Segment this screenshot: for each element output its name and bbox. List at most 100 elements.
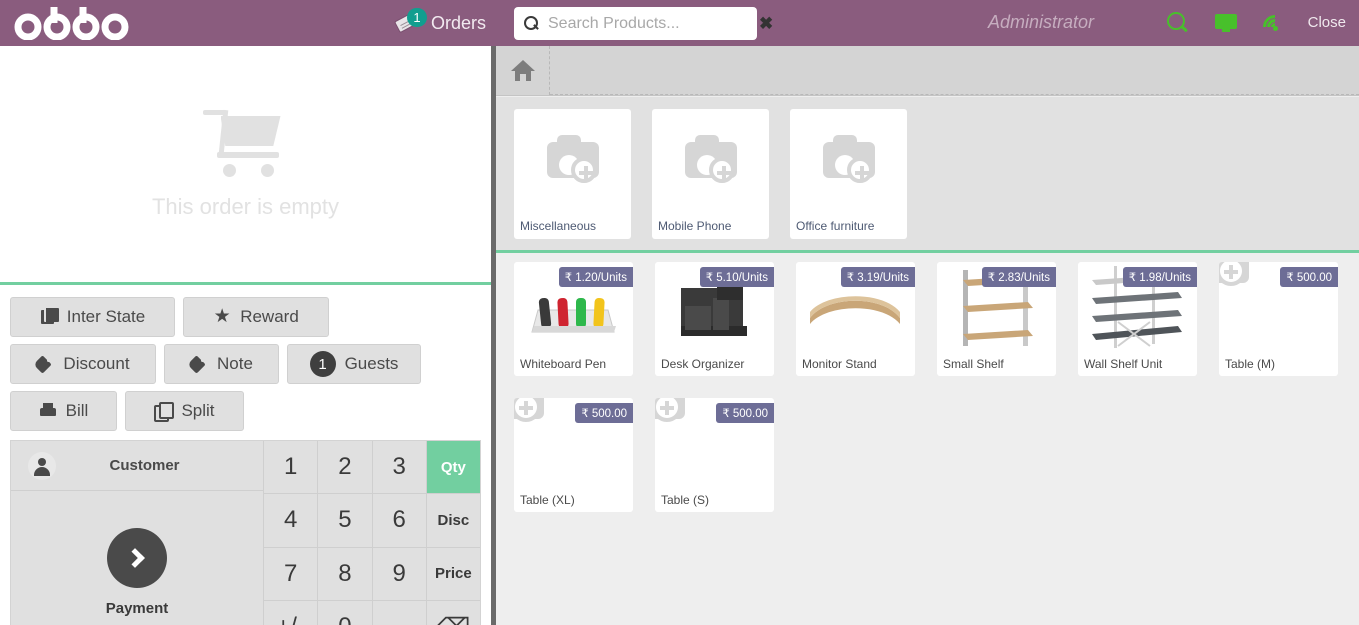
product-price-badge: ₹ 1.20/Units xyxy=(559,267,633,287)
numpad-key-disc[interactable]: Disc xyxy=(426,494,480,547)
numpad-key-9[interactable]: 9 xyxy=(372,548,426,601)
empty-order-text: This order is empty xyxy=(152,194,339,220)
numpad-key-3[interactable]: 3 xyxy=(372,441,426,494)
discount-button[interactable]: Discount xyxy=(10,344,156,384)
tag-icon xyxy=(190,355,208,373)
close-button[interactable]: Close xyxy=(1308,14,1346,31)
monitor-icon[interactable] xyxy=(1214,11,1238,35)
product-name: Table (M) xyxy=(1225,357,1275,371)
product-price-badge: ₹ 3.19/Units xyxy=(841,267,915,287)
product-price-badge: ₹ 2.83/Units xyxy=(982,267,1056,287)
product-name: Table (XL) xyxy=(520,493,575,507)
product-card[interactable]: ₹ 500.00 Table (M) xyxy=(1219,262,1338,376)
payment-numpad-block: Customer Payment 1 2 3 Qty 4 5 6 Disc 7 xyxy=(10,440,481,625)
payment-button[interactable]: Payment xyxy=(11,491,263,625)
username-label: Administrator xyxy=(988,12,1094,33)
clear-search-icon[interactable]: ✖ xyxy=(759,14,773,34)
backspace-icon[interactable]: ⌫ xyxy=(426,601,480,625)
tag-icon xyxy=(36,355,54,373)
order-panel: This order is empty Inter State ★ Reward… xyxy=(0,46,491,625)
orders-button[interactable]: 1 Orders xyxy=(396,6,486,40)
product-card[interactable]: ₹ 3.19/Units Monitor Stand xyxy=(796,262,915,376)
numpad-key-4[interactable]: 4 xyxy=(263,494,317,547)
search-icon xyxy=(524,16,539,31)
category-card-mobile-phone[interactable]: Mobile Phone xyxy=(652,109,769,239)
product-name: Whiteboard Pen xyxy=(520,357,606,371)
category-label: Office furniture xyxy=(790,219,907,233)
numpad-key-dot[interactable]: . xyxy=(372,601,426,625)
shopping-cart-icon xyxy=(203,108,289,178)
breadcrumb xyxy=(496,46,1359,96)
reward-button[interactable]: ★ Reward xyxy=(183,297,329,337)
order-divider xyxy=(0,282,491,285)
odoo-logo[interactable] xyxy=(10,3,135,43)
product-name: Table (S) xyxy=(661,493,709,507)
star-icon: ★ xyxy=(213,308,231,326)
product-name: Monitor Stand xyxy=(802,357,877,371)
orders-ticket-icon: 1 xyxy=(396,10,422,36)
category-card-miscellaneous[interactable]: Miscellaneous xyxy=(514,109,631,239)
numpad-key-0[interactable]: 0 xyxy=(317,601,371,625)
payment-column: Customer Payment xyxy=(11,441,263,625)
search-input[interactable] xyxy=(548,15,755,33)
search-products-box[interactable]: ✖ xyxy=(514,7,757,40)
inter-state-button[interactable]: Inter State xyxy=(10,297,175,337)
orders-label: Orders xyxy=(431,13,486,34)
customer-label: Customer xyxy=(56,457,233,474)
split-label: Split xyxy=(181,401,214,421)
image-placeholder-icon xyxy=(652,109,769,219)
wifi-icon[interactable] xyxy=(1263,11,1287,35)
product-price-badge: ₹ 1.98/Units xyxy=(1123,267,1197,287)
product-card[interactable]: ₹ 5.10/Units Desk Organizer xyxy=(655,262,774,376)
numpad-key-1[interactable]: 1 xyxy=(263,441,317,494)
product-card[interactable]: ₹ 500.00 Table (XL) xyxy=(514,398,633,512)
note-label: Note xyxy=(217,354,253,374)
product-card[interactable]: ₹ 500.00 Table (S) xyxy=(655,398,774,512)
product-price-badge: ₹ 500.00 xyxy=(716,403,774,423)
header-icon-group xyxy=(1165,11,1287,35)
pos-screen: 1 Orders ✖ Administrator Close xyxy=(0,0,1359,625)
numpad-key-5[interactable]: 5 xyxy=(317,494,371,547)
product-price-badge: ₹ 5.10/Units xyxy=(700,267,774,287)
product-price-badge: ₹ 500.00 xyxy=(575,403,633,423)
product-list: ₹ 1.20/Units Whiteboard Pen ₹ 5.10/Units… xyxy=(496,262,1359,625)
numpad-key-qty[interactable]: Qty xyxy=(426,441,480,494)
numpad-key-7[interactable]: 7 xyxy=(263,548,317,601)
breadcrumb-home-button[interactable] xyxy=(496,46,550,95)
numpad-key-price[interactable]: Price xyxy=(426,548,480,601)
numpad-key-sign[interactable]: +/- xyxy=(263,601,317,625)
customer-button[interactable]: Customer xyxy=(11,441,263,491)
numpad-key-8[interactable]: 8 xyxy=(317,548,371,601)
guests-label: Guests xyxy=(345,354,399,374)
copy-icon xyxy=(154,402,172,420)
product-price-badge: ₹ 500.00 xyxy=(1280,267,1338,287)
bill-button[interactable]: Bill xyxy=(10,391,117,431)
breadcrumb-empty-area xyxy=(550,46,1359,95)
category-label: Mobile Phone xyxy=(652,219,769,233)
guests-count-badge: 1 xyxy=(310,351,336,377)
search-icon[interactable] xyxy=(1165,11,1189,35)
category-list: Miscellaneous Mobile Phone Office furnit… xyxy=(496,97,1359,250)
guests-button[interactable]: 1 Guests xyxy=(287,344,421,384)
product-panel: Miscellaneous Mobile Phone Office furnit… xyxy=(496,46,1359,625)
product-card[interactable]: ₹ 1.20/Units Whiteboard Pen xyxy=(514,262,633,376)
product-name: Small Shelf xyxy=(943,357,1004,371)
inter-state-label: Inter State xyxy=(67,307,145,327)
category-card-office-furniture[interactable]: Office furniture xyxy=(790,109,907,239)
empty-order-placeholder: This order is empty xyxy=(0,46,491,282)
person-icon xyxy=(28,452,56,480)
note-button[interactable]: Note xyxy=(164,344,279,384)
printer-icon xyxy=(39,402,57,420)
category-divider xyxy=(496,250,1359,253)
top-header-bar: 1 Orders ✖ Administrator Close xyxy=(0,0,1359,46)
category-label: Miscellaneous xyxy=(514,219,631,233)
order-actions: Inter State ★ Reward Discount Note 1 Gue… xyxy=(10,297,481,431)
numpad-key-6[interactable]: 6 xyxy=(372,494,426,547)
product-name: Desk Organizer xyxy=(661,357,744,371)
home-icon xyxy=(511,60,535,81)
product-name: Wall Shelf Unit xyxy=(1084,357,1162,371)
product-card[interactable]: ₹ 2.83/Units Small Shelf xyxy=(937,262,1056,376)
product-card[interactable]: ₹ 1.98/Units Wall Shelf Unit xyxy=(1078,262,1197,376)
numpad-key-2[interactable]: 2 xyxy=(317,441,371,494)
split-button[interactable]: Split xyxy=(125,391,244,431)
